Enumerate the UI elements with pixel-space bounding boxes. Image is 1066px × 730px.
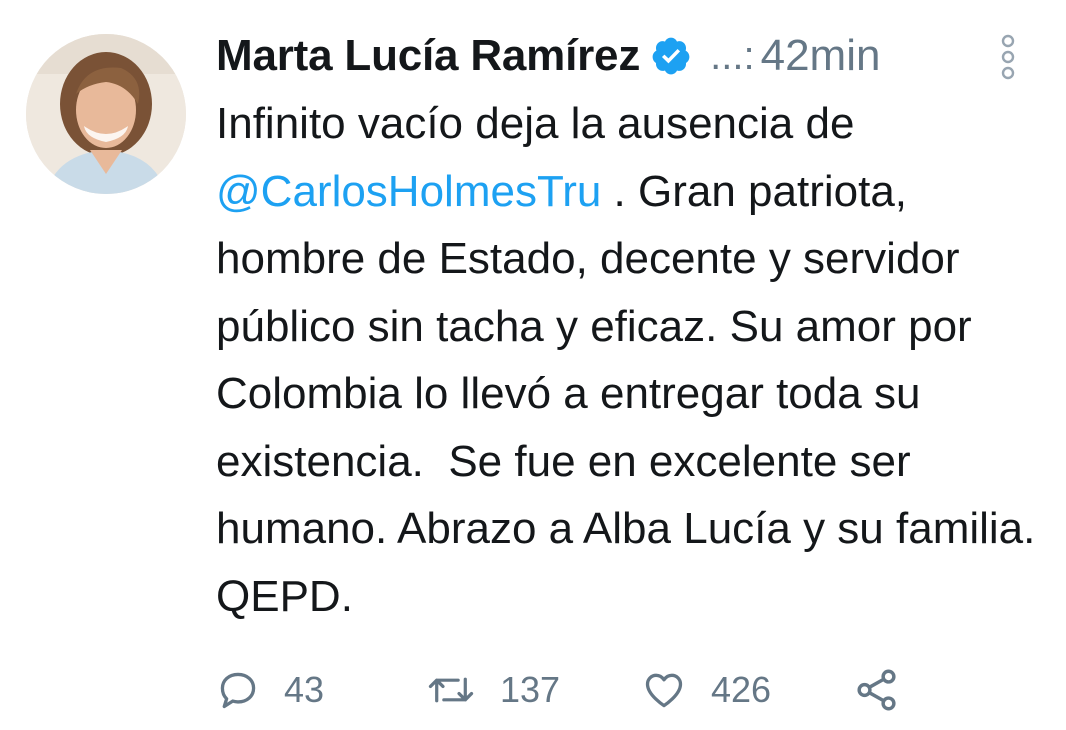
verified-badge-icon <box>650 35 692 77</box>
author-avatar[interactable] <box>26 34 186 194</box>
like-count: 426 <box>711 669 772 710</box>
retweet-icon <box>426 668 476 712</box>
share-icon <box>854 667 900 713</box>
author-name[interactable]: Marta Lucía Ramírez <box>216 31 640 81</box>
heart-icon <box>641 668 687 712</box>
vertical-dots-icon[interactable] <box>996 34 1020 80</box>
tweet-timestamp[interactable]: 42min <box>761 31 881 81</box>
reply-button[interactable]: 43 <box>216 660 324 720</box>
tweet-header: Marta Lucía Ramírez ...: 42min <box>216 24 1016 88</box>
tweet-actions: 43 137 426 <box>216 660 936 720</box>
mention-link[interactable]: @CarlosHolmesTru <box>216 167 601 216</box>
tweet-text-start: Infinito vacío deja la ausencia de <box>216 99 867 148</box>
avatar-image <box>26 34 186 194</box>
tweet-text: Infinito vacío deja la ausencia de @Carl… <box>216 90 1036 630</box>
reply-count: 43 <box>284 669 325 710</box>
like-button[interactable]: 426 <box>641 660 771 720</box>
tweet-text-end: . Gran patriota, hombre de Estado, decen… <box>216 166 1060 621</box>
share-button[interactable] <box>854 660 900 720</box>
retweet-count: 137 <box>500 669 561 710</box>
author-handle[interactable]: ...: <box>710 34 754 79</box>
reply-icon <box>216 668 260 712</box>
retweet-button[interactable]: 137 <box>426 660 560 720</box>
